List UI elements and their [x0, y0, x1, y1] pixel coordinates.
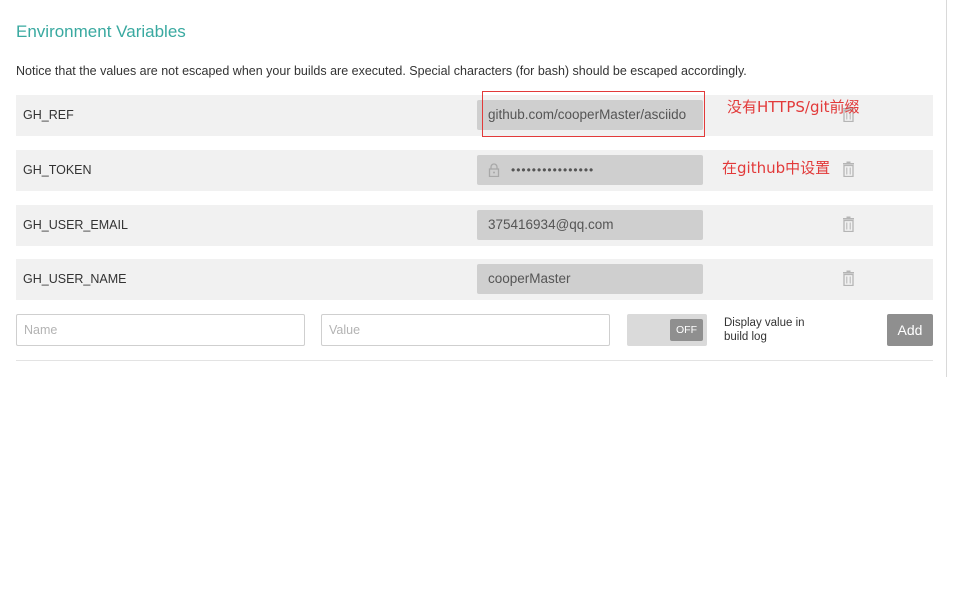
- panel-border: [946, 0, 947, 377]
- env-var-value[interactable]: 375416934@qq.com: [477, 210, 703, 240]
- display-value-label: Display value in build log: [724, 317, 805, 343]
- env-var-name: GH_REF: [23, 108, 74, 122]
- escape-notice: Notice that the values are not escaped w…: [16, 64, 747, 78]
- annotation-token-note: 在github中设置: [722, 159, 831, 177]
- env-var-value[interactable]: cooperMaster: [477, 264, 703, 294]
- section-title: Environment Variables: [16, 22, 186, 41]
- env-var-name: GH_TOKEN: [23, 163, 92, 177]
- env-var-name: GH_USER_NAME: [23, 272, 127, 286]
- env-var-row: GH_USER_EMAIL 375416934@qq.com: [16, 205, 933, 246]
- add-button[interactable]: Add: [887, 314, 933, 346]
- lock-icon: [488, 163, 500, 177]
- display-value-toggle[interactable]: OFF: [627, 314, 707, 346]
- divider: [16, 360, 933, 361]
- annotation-ref-note: 没有HTTPS/git前缀: [727, 98, 860, 116]
- env-var-value[interactable]: github.com/cooperMaster/asciido: [477, 100, 703, 130]
- trash-icon[interactable]: [842, 270, 855, 286]
- masked-value: ••••••••••••••••: [511, 163, 595, 177]
- name-input[interactable]: [16, 314, 305, 346]
- toggle-state: OFF: [670, 319, 703, 341]
- env-vars-panel: Environment Variables Notice that the va…: [0, 0, 946, 377]
- value-input[interactable]: [321, 314, 610, 346]
- trash-icon[interactable]: [842, 216, 855, 232]
- trash-icon[interactable]: [842, 161, 855, 177]
- env-var-value-secure[interactable]: ••••••••••••••••: [477, 155, 703, 185]
- env-var-row: GH_USER_NAME cooperMaster: [16, 259, 933, 300]
- env-var-name: GH_USER_EMAIL: [23, 218, 128, 232]
